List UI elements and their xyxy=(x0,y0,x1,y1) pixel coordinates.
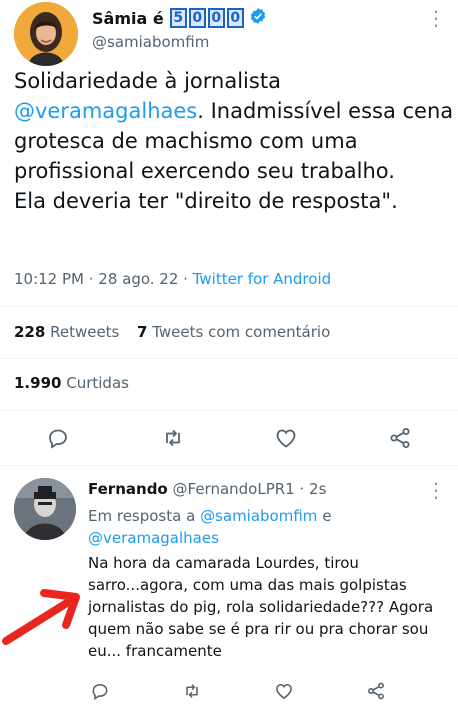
tweet-meta: 10:12 PM · 28 ago. 22 · Twitter for Andr… xyxy=(14,270,331,288)
in-reply-conj: e xyxy=(317,507,332,525)
share-icon[interactable] xyxy=(388,426,412,450)
divider xyxy=(0,358,458,359)
badge-digit: 0 xyxy=(188,8,206,28)
author-display-name: Sâmia é xyxy=(92,8,164,28)
like-icon[interactable] xyxy=(274,681,294,701)
more-icon[interactable]: ⋮ xyxy=(426,8,446,28)
likes-count: 1.990 xyxy=(14,374,62,392)
reply-handle-time: @FernandoLPR1 · 2s xyxy=(172,480,327,498)
retweets-label: Retweets xyxy=(50,323,120,341)
mention-link[interactable]: @veramagalhaes xyxy=(14,99,197,123)
retweet-icon[interactable] xyxy=(161,426,185,450)
likes-label: Curtidas xyxy=(66,374,129,392)
quote-stats[interactable]: 7 Tweets com comentário xyxy=(137,323,330,341)
divider xyxy=(0,306,458,307)
badge-digit: 5 xyxy=(169,8,187,28)
quotes-label: Tweets com comentário xyxy=(152,323,331,341)
badge-digit: 0 xyxy=(226,8,244,28)
verified-icon xyxy=(249,7,267,29)
tweet-timestamp[interactable]: 10:12 PM · 28 ago. 22 · xyxy=(14,270,193,288)
mention-link[interactable]: @veramagalhaes xyxy=(88,529,219,547)
tweet-text: Solidariedade à jornalista @veramagalhae… xyxy=(14,66,454,216)
reply-icon[interactable] xyxy=(90,681,110,701)
divider xyxy=(0,410,458,411)
reply-icon[interactable] xyxy=(46,426,70,450)
reply-display-name: Fernando xyxy=(88,480,168,498)
more-icon[interactable]: ⋮ xyxy=(426,480,446,500)
like-stats[interactable]: 1.990 Curtidas xyxy=(14,374,129,392)
reply-author[interactable]: Fernando @FernandoLPR1 · 2s xyxy=(88,480,326,498)
share-icon[interactable] xyxy=(366,681,386,701)
author-name[interactable]: Sâmia é 5 0 0 0 xyxy=(92,7,267,29)
tweet-text-part: Ela deveria ter "direito de resposta". xyxy=(14,189,398,213)
tweet-text-part: Solidariedade à jornalista xyxy=(14,69,281,93)
quotes-count: 7 xyxy=(137,323,148,341)
avatar-samia[interactable] xyxy=(14,2,78,66)
mention-link[interactable]: @samiabomfim xyxy=(200,507,317,525)
retweets-count: 228 xyxy=(14,323,46,341)
retweet-stats[interactable]: 228 Retweets xyxy=(14,323,119,341)
author-handle[interactable]: @samiabomfim xyxy=(92,33,209,51)
in-reply-prefix: Em resposta a xyxy=(88,507,201,525)
like-icon[interactable] xyxy=(274,426,298,450)
reply-text: Na hora da camarada Lourdes, tirou sarro… xyxy=(88,554,434,660)
badge-digit: 0 xyxy=(207,8,225,28)
annotation-arrow xyxy=(0,583,84,645)
divider xyxy=(0,465,458,466)
retweet-icon[interactable] xyxy=(182,681,202,701)
tweet-source[interactable]: Twitter for Android xyxy=(193,270,331,288)
avatar-fernando[interactable] xyxy=(14,478,76,540)
in-reply-to: Em resposta a @samiabomfim e @veramagalh… xyxy=(88,505,388,549)
